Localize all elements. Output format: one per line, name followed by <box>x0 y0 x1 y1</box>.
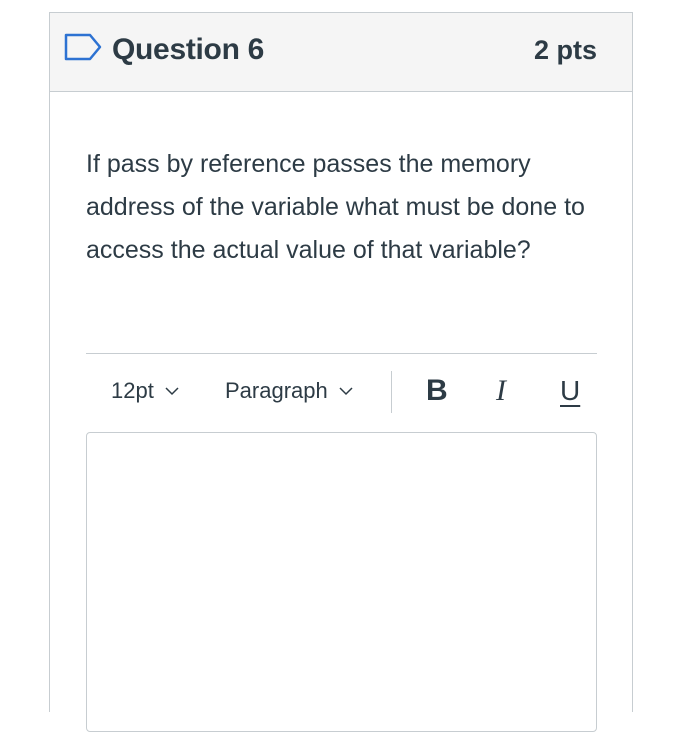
font-size-label: 12pt <box>111 378 154 403</box>
editor-toolbar: 12pt Paragraph B I U <box>86 365 597 417</box>
question-card: Question 6 2 pts If pass by reference pa… <box>49 12 633 732</box>
question-text: If pass by reference passes the memory a… <box>86 150 585 264</box>
flag-outline-icon[interactable] <box>64 33 102 61</box>
question-title: Question 6 <box>112 33 265 66</box>
underline-button[interactable]: U <box>560 365 580 417</box>
block-format-label: Paragraph <box>225 378 328 403</box>
divider <box>86 353 597 354</box>
italic-button[interactable]: I <box>496 365 506 417</box>
bold-button[interactable]: B <box>426 365 448 417</box>
chevron-down-icon <box>339 387 353 396</box>
font-size-dropdown[interactable]: 12pt <box>111 365 180 417</box>
chevron-down-icon <box>165 387 179 396</box>
question-points: 2 pts <box>533 35 597 65</box>
block-format-dropdown[interactable]: Paragraph <box>225 365 354 417</box>
answer-editor[interactable] <box>86 432 597 732</box>
toolbar-separator <box>391 371 392 413</box>
question-header: Question 6 2 pts <box>50 13 632 92</box>
